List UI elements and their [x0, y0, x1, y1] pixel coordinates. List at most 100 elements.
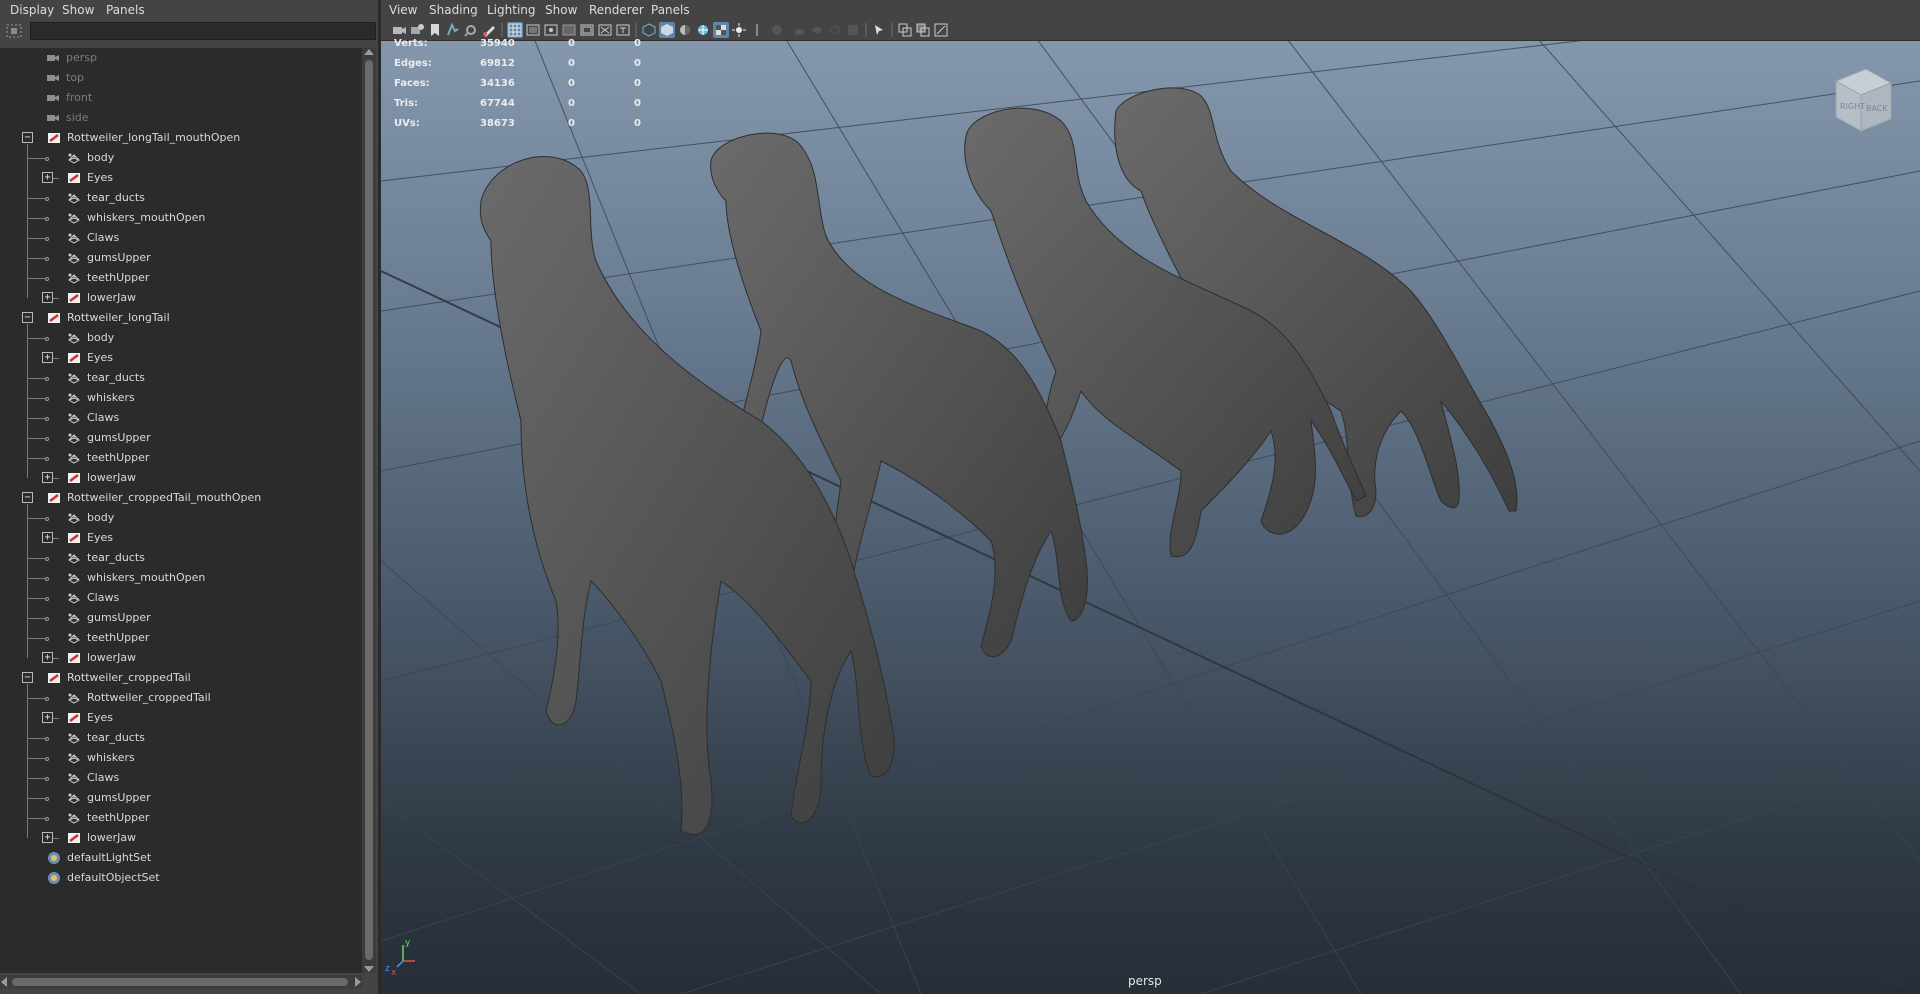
menu-show[interactable]: Show [545, 3, 577, 17]
motion-blur-icon[interactable] [809, 22, 825, 38]
filter-icon[interactable] [6, 24, 22, 38]
menu-panels[interactable]: Panels [651, 3, 690, 17]
film-gate-icon[interactable] [525, 22, 541, 38]
expand-toggle-icon[interactable]: − [22, 312, 33, 323]
outliner-group[interactable]: − Rottweiler_longTail [0, 308, 362, 328]
outliner-node-gumsUpper[interactable]: gumsUpper [0, 608, 362, 628]
outliner-node-body[interactable]: body [0, 148, 362, 168]
wireframe-icon[interactable] [641, 22, 657, 38]
scroll-right-icon[interactable] [355, 977, 361, 987]
lighting-icon[interactable] [731, 22, 747, 38]
viewport-scene[interactable]: RIGHT BACK y x z [381, 41, 1920, 994]
outliner-node-Claws[interactable]: Claws [0, 768, 362, 788]
menu-view[interactable]: View [389, 3, 417, 17]
gate-mask-icon[interactable] [561, 22, 577, 38]
outliner-node-lowerJaw[interactable]: + lowerJaw [0, 828, 362, 848]
wireframe-on-shaded-icon[interactable] [695, 22, 711, 38]
outliner-node-body[interactable]: body [0, 508, 362, 528]
display-mode-icon[interactable] [933, 22, 949, 38]
expand-toggle-icon[interactable]: − [22, 132, 33, 143]
outliner-node-whiskers_mouthOpen[interactable]: whiskers_mouthOpen [0, 208, 362, 228]
textured-icon[interactable] [713, 22, 729, 38]
outliner-node-Rottweiler_croppedTail[interactable]: Rottweiler_croppedTail [0, 688, 362, 708]
3d-viewport[interactable]: RIGHT BACK y x z [381, 41, 1920, 994]
outliner-node-gumsUpper[interactable]: gumsUpper [0, 788, 362, 808]
menu-panels[interactable]: Panels [106, 3, 145, 17]
outliner-node-whiskers[interactable]: whiskers [0, 388, 362, 408]
2d-pan-zoom-icon[interactable] [463, 22, 479, 38]
outliner-node-lowerJaw[interactable]: + lowerJaw [0, 288, 362, 308]
menu-renderer[interactable]: Renderer [589, 3, 644, 17]
isolate-select-icon[interactable] [871, 22, 887, 38]
ambient-occlusion-icon[interactable] [791, 22, 807, 38]
scroll-down-icon[interactable] [364, 966, 374, 972]
outliner-node-gumsUpper[interactable]: gumsUpper [0, 428, 362, 448]
outliner-camera-front[interactable]: front [0, 88, 362, 108]
expand-toggle-icon[interactable]: + [42, 532, 53, 543]
outliner-node-teethUpper[interactable]: teethUpper [0, 628, 362, 648]
expand-toggle-icon[interactable]: + [42, 652, 53, 663]
scroll-up-icon[interactable] [364, 49, 374, 55]
outliner-camera-side[interactable]: side [0, 108, 362, 128]
multisample-aa-icon[interactable] [827, 22, 843, 38]
outliner-set-defaultLightSet[interactable]: defaultLightSet [0, 848, 362, 868]
outliner-node-Eyes[interactable]: + Eyes [0, 168, 362, 188]
menu-lighting[interactable]: Lighting [487, 3, 536, 17]
expand-toggle-icon[interactable]: + [42, 472, 53, 483]
bookmark-icon[interactable] [427, 22, 443, 38]
outliner-node-Eyes[interactable]: + Eyes [0, 708, 362, 728]
outliner-node-tear_ducts[interactable]: tear_ducts [0, 728, 362, 748]
outliner-node-gumsUpper[interactable]: gumsUpper [0, 248, 362, 268]
expand-toggle-icon[interactable]: − [22, 672, 33, 683]
outliner-vertical-scroll-thumb[interactable] [365, 60, 373, 960]
expand-toggle-icon[interactable]: + [42, 172, 53, 183]
outliner-set-defaultObjectSet[interactable]: defaultObjectSet [0, 868, 362, 888]
outliner-node-Claws[interactable]: Claws [0, 588, 362, 608]
expand-toggle-icon[interactable]: + [42, 292, 53, 303]
outliner-node-Eyes[interactable]: + Eyes [0, 348, 362, 368]
menu-show[interactable]: Show [62, 3, 94, 17]
outliner-horizontal-scrollbar[interactable] [0, 975, 362, 989]
camera-attributes-icon[interactable] [409, 22, 425, 38]
frame-selected-icon[interactable] [915, 22, 931, 38]
outliner-node-lowerJaw[interactable]: + lowerJaw [0, 648, 362, 668]
outliner-node-whiskers_mouthOpen[interactable]: whiskers_mouthOpen [0, 568, 362, 588]
outliner-node-whiskers[interactable]: whiskers [0, 748, 362, 768]
field-chart-icon[interactable] [579, 22, 595, 38]
shadows-icon[interactable] [749, 22, 765, 38]
outliner-group[interactable]: − Rottweiler_croppedTail [0, 668, 362, 688]
outliner-search-input[interactable] [30, 22, 376, 40]
expand-toggle-icon[interactable]: − [22, 492, 33, 503]
safe-action-icon[interactable] [597, 22, 613, 38]
outliner-camera-persp[interactable]: persp [0, 48, 362, 68]
outliner-node-body[interactable]: body [0, 328, 362, 348]
outliner-node-teethUpper[interactable]: teethUpper [0, 448, 362, 468]
menu-display[interactable]: Display [10, 3, 54, 17]
menu-shading[interactable]: Shading [429, 3, 478, 17]
image-plane-icon[interactable] [445, 22, 461, 38]
expand-toggle-icon[interactable]: + [42, 832, 53, 843]
outliner-group[interactable]: − Rottweiler_croppedTail_mouthOpen [0, 488, 362, 508]
expand-toggle-icon[interactable]: + [42, 352, 53, 363]
outliner-node-Eyes[interactable]: + Eyes [0, 528, 362, 548]
outliner-node-Claws[interactable]: Claws [0, 228, 362, 248]
outliner-node-tear_ducts[interactable]: tear_ducts [0, 188, 362, 208]
outliner-camera-top[interactable]: top [0, 68, 362, 88]
camera-select-icon[interactable] [391, 22, 407, 38]
expand-toggle-icon[interactable]: + [42, 712, 53, 723]
outliner-vertical-scrollbar[interactable] [362, 48, 376, 973]
grease-pencil-icon[interactable] [481, 22, 497, 38]
scroll-left-icon[interactable] [1, 977, 7, 987]
use-default-material-icon[interactable] [677, 22, 693, 38]
outliner-group[interactable]: − Rottweiler_longTail_mouthOpen [0, 128, 362, 148]
outliner-node-tear_ducts[interactable]: tear_ducts [0, 368, 362, 388]
depth-of-field-icon[interactable] [845, 22, 861, 38]
outliner-node-Claws[interactable]: Claws [0, 408, 362, 428]
xray-icon[interactable] [769, 22, 785, 38]
safe-title-icon[interactable] [615, 22, 631, 38]
resolution-gate-icon[interactable] [543, 22, 559, 38]
outliner-node-tear_ducts[interactable]: tear_ducts [0, 548, 362, 568]
frame-all-icon[interactable] [897, 22, 913, 38]
view-cube[interactable]: RIGHT BACK [1834, 68, 1893, 132]
outliner-node-lowerJaw[interactable]: + lowerJaw [0, 468, 362, 488]
